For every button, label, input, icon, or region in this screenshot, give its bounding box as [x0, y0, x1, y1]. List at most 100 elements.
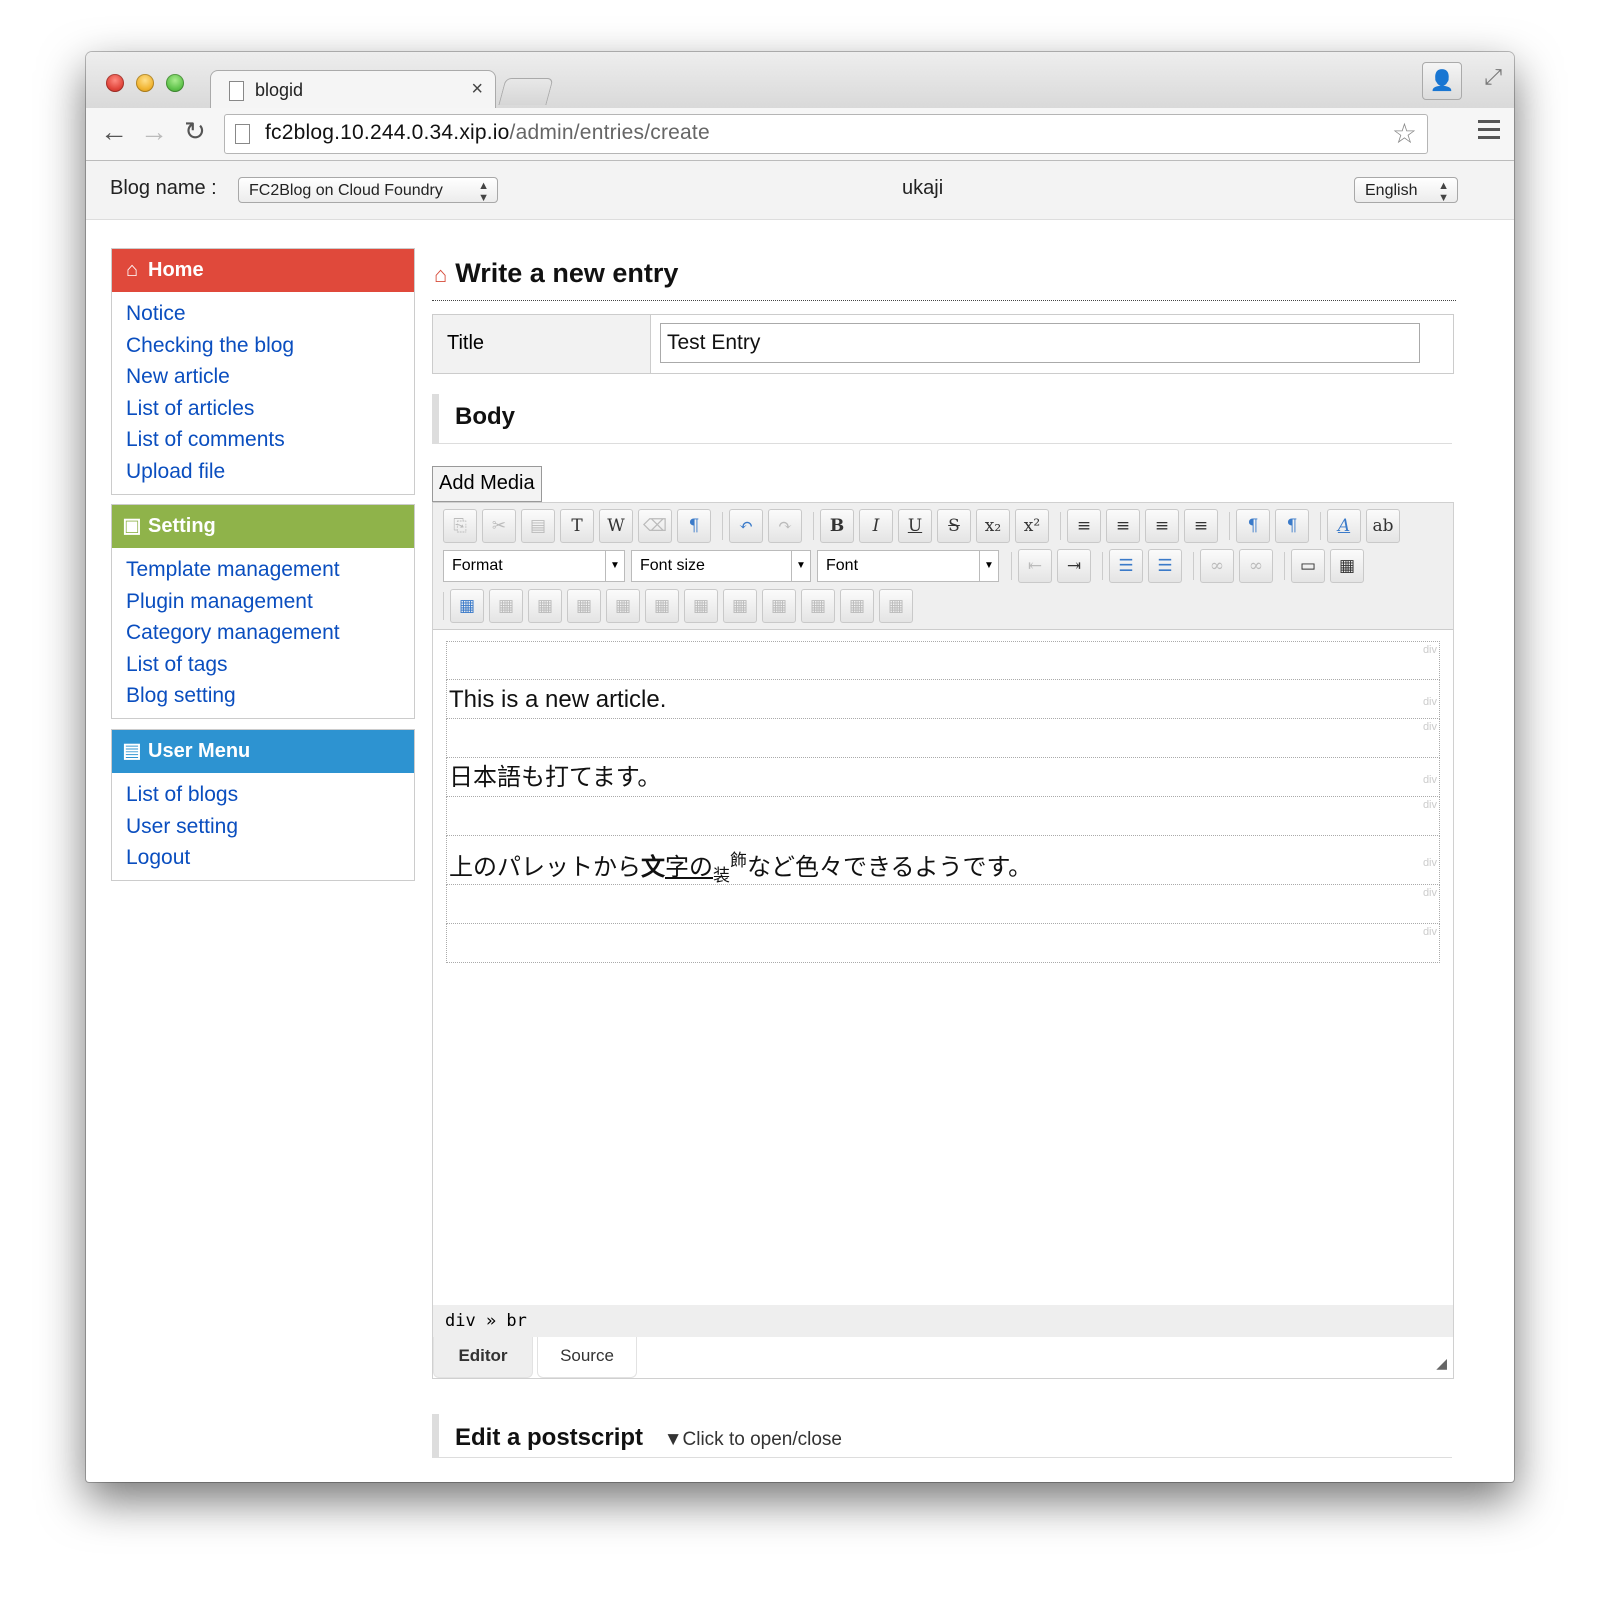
sidebar-item-checking-blog[interactable]: Checking the blog — [126, 330, 414, 362]
align-center-icon[interactable]: ≡ — [1106, 509, 1140, 543]
browser-toolbar: ← → ↻ fc2blog.10.244.0.34.xip.io/admin/e… — [86, 108, 1514, 161]
align-right-icon[interactable]: ≡ — [1145, 509, 1179, 543]
tab-editor[interactable]: Editor — [433, 1337, 533, 1378]
media-icon[interactable]: ▦ — [1330, 549, 1364, 583]
subscript-icon[interactable]: x₂ — [976, 509, 1010, 543]
sidebar-home-header[interactable]: ⌂ Home — [112, 249, 414, 292]
new-tab-button[interactable] — [498, 78, 554, 105]
strikethrough-icon[interactable]: S — [937, 509, 971, 543]
table-row-delete-icon[interactable]: ▦ — [528, 589, 562, 623]
spellcheck-icon[interactable]: ab — [1366, 509, 1400, 543]
postscript-toggle[interactable]: ▼Click to open/close — [664, 1429, 842, 1450]
menu-icon[interactable] — [1478, 120, 1500, 144]
indent-icon[interactable]: ⇥ — [1057, 549, 1091, 583]
language-select[interactable]: English ▲ ▼ — [1354, 177, 1458, 204]
font-combo[interactable]: Font ▼ — [817, 550, 999, 582]
sidebar-user-header[interactable]: ▤ User Menu — [112, 730, 414, 773]
undo-icon[interactable]: ↶ — [729, 509, 763, 543]
table-col-after-icon[interactable]: ▦ — [723, 589, 757, 623]
url-text[interactable]: fc2blog.10.244.0.34.xip.io/admin/entries… — [265, 121, 710, 145]
table-row-after-icon[interactable]: ▦ — [606, 589, 640, 623]
font-size-combo-label: Font size — [640, 557, 705, 574]
address-bar[interactable]: fc2blog.10.244.0.34.xip.io/admin/entries… — [224, 114, 1428, 154]
table-props-icon[interactable]: ▦ — [489, 589, 523, 623]
copy-icon[interactable]: ⎘ — [443, 509, 477, 543]
underline-icon[interactable]: U — [898, 509, 932, 543]
profile-icon[interactable]: 👤 — [1422, 62, 1462, 100]
bookmark-star-icon[interactable]: ☆ — [1392, 117, 1417, 150]
resize-handle-icon[interactable]: ◢ — [1436, 1355, 1447, 1372]
table-merge-icon[interactable]: ▦ — [840, 589, 874, 623]
empty-block: div — [446, 924, 1440, 963]
table-row-remove-icon[interactable]: ▦ — [645, 589, 679, 623]
table-col-delete-icon[interactable]: ▦ — [762, 589, 796, 623]
sidebar-item-notice[interactable]: Notice — [126, 298, 414, 330]
ltr-icon[interactable]: ¶ — [1236, 509, 1270, 543]
align-left-icon[interactable]: ≡ — [1067, 509, 1101, 543]
table-row-before-icon[interactable]: ▦ — [567, 589, 601, 623]
fullscreen-icon[interactable]: ⤢ — [1484, 64, 1502, 90]
table-split-icon[interactable]: ▦ — [801, 589, 835, 623]
sidebar-item-new-article[interactable]: New article — [126, 361, 414, 393]
sidebar-setting-header[interactable]: ▣ Setting — [112, 505, 414, 548]
font-size-combo[interactable]: Font size ▼ — [631, 550, 811, 582]
select-arrows-icon: ▲ ▼ — [478, 180, 489, 204]
table-insert-icon[interactable]: ▦ — [450, 589, 484, 623]
minimize-window-button[interactable] — [136, 74, 154, 92]
block-tag: div — [1422, 926, 1437, 938]
rtl-icon[interactable]: ¶ — [1275, 509, 1309, 543]
paste-text-icon[interactable]: T — [560, 509, 594, 543]
bulleted-list-icon[interactable]: ☰ — [1148, 549, 1182, 583]
close-window-button[interactable] — [106, 74, 124, 92]
forward-icon[interactable]: → — [140, 116, 168, 148]
italic-icon[interactable]: I — [859, 509, 893, 543]
sidebar-item-user-setting[interactable]: User setting — [126, 811, 414, 843]
sidebar-item-upload-file[interactable]: Upload file — [126, 456, 414, 488]
link-icon[interactable]: ∞ — [1200, 549, 1234, 583]
reload-icon[interactable]: ↻ — [184, 116, 206, 147]
add-media-button[interactable]: Add Media — [432, 466, 542, 502]
back-icon[interactable]: ← — [100, 116, 128, 148]
sidebar-item-tags[interactable]: List of tags — [126, 649, 414, 681]
unlink-icon[interactable]: ∞ — [1239, 549, 1273, 583]
postscript-section-heading[interactable]: Edit a postscript ▼Click to open/close — [432, 1414, 1452, 1458]
content-line: This is a new article. div — [446, 680, 1440, 719]
sidebar-item-category[interactable]: Category management — [126, 617, 414, 649]
blog-select[interactable]: FC2Blog on Cloud Foundry ▲ ▼ — [238, 177, 498, 204]
sidebar-item-list-blogs[interactable]: List of blogs — [126, 779, 414, 811]
sidebar-item-template[interactable]: Template management — [126, 554, 414, 586]
page-title: ⌂ Write a new entry — [432, 252, 1456, 301]
select-arrows-icon: ▲ ▼ — [1438, 180, 1449, 204]
show-blocks-icon[interactable]: ¶ — [677, 509, 711, 543]
paste-icon[interactable]: ▤ — [521, 509, 555, 543]
sidebar-item-plugin[interactable]: Plugin management — [126, 586, 414, 618]
remove-format-icon[interactable]: ⌫ — [638, 509, 672, 543]
format-combo[interactable]: Format ▼ — [443, 550, 625, 582]
username: ukaji — [902, 177, 944, 199]
table-delete-icon[interactable]: ▦ — [879, 589, 913, 623]
redo-icon[interactable]: ↷ — [768, 509, 802, 543]
numbered-list-icon[interactable]: ☰ — [1109, 549, 1143, 583]
tab-strip: blogid × 👤 ⤢ — [86, 52, 1514, 111]
sidebar-item-blog-setting[interactable]: Blog setting — [126, 680, 414, 712]
align-justify-icon[interactable]: ≡ — [1184, 509, 1218, 543]
table-col-before-icon[interactable]: ▦ — [684, 589, 718, 623]
tab-close-icon[interactable]: × — [471, 78, 483, 101]
bold-icon[interactable]: B — [820, 509, 854, 543]
image-icon[interactable]: ▭ — [1291, 549, 1325, 583]
text-color-icon[interactable]: A — [1327, 509, 1361, 543]
title-input[interactable]: Test Entry — [660, 323, 1420, 363]
superscript-icon[interactable]: x² — [1015, 509, 1049, 543]
tab-title: blogid — [255, 80, 304, 100]
zoom-window-button[interactable] — [166, 74, 184, 92]
editor-content-area[interactable]: div This is a new article. div div 日本語も打て… — [446, 641, 1440, 963]
sidebar-item-list-comments[interactable]: List of comments — [126, 424, 414, 456]
title-label: Title — [433, 315, 651, 373]
cut-icon[interactable]: ✂ — [482, 509, 516, 543]
outdent-icon[interactable]: ⇤ — [1018, 549, 1052, 583]
browser-tab[interactable]: blogid × — [210, 70, 496, 111]
paste-word-icon[interactable]: W — [599, 509, 633, 543]
sidebar-item-logout[interactable]: Logout — [126, 842, 414, 874]
sidebar-item-list-articles[interactable]: List of articles — [126, 393, 414, 425]
tab-source[interactable]: Source — [537, 1337, 637, 1378]
